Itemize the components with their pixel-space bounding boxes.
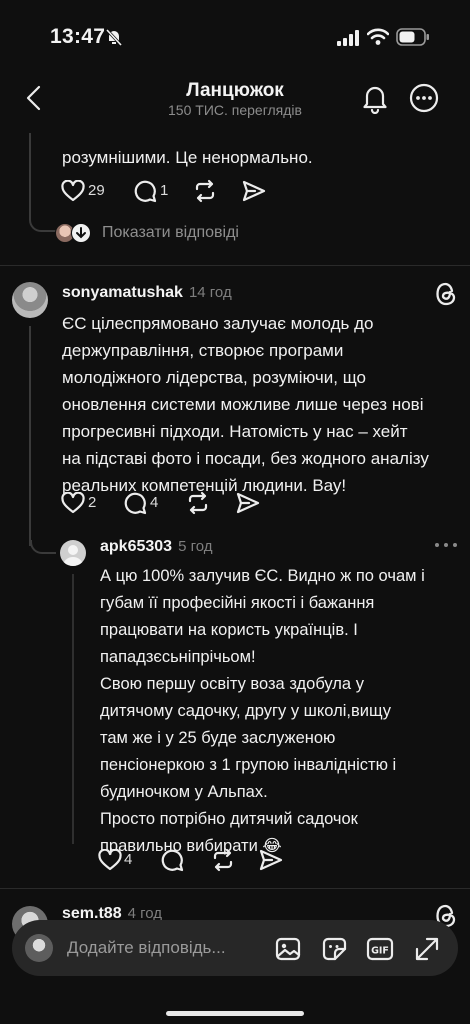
- repost-icon[interactable]: [210, 848, 236, 872]
- threads-logo-icon: [436, 282, 456, 306]
- bell-icon[interactable]: [360, 82, 390, 114]
- like-count: 4: [124, 851, 133, 868]
- like-count: 2: [88, 494, 97, 511]
- heart-icon[interactable]: [98, 849, 122, 871]
- comment-icon[interactable]: [160, 848, 184, 872]
- mute-bell-icon: [105, 28, 123, 47]
- avatar[interactable]: [12, 282, 48, 318]
- thread-curve: [30, 540, 56, 554]
- avatar: [71, 223, 91, 243]
- timestamp: 5 год: [178, 538, 213, 555]
- wifi-icon: [367, 28, 389, 45]
- divider: [0, 888, 470, 889]
- timestamp: 14 год: [188, 284, 232, 301]
- more-icon[interactable]: [408, 82, 440, 114]
- username[interactable]: apk65303: [100, 538, 172, 555]
- reply-text: А цю 100% залучив ЄС. Видно ж по очам і …: [100, 567, 425, 855]
- reply-count: 4: [150, 494, 159, 511]
- repost-icon[interactable]: [192, 179, 218, 203]
- gif-icon[interactable]: GIF: [366, 935, 394, 963]
- thread-line: [29, 326, 31, 546]
- svg-text:GIF: GIF: [371, 946, 389, 957]
- comment-icon[interactable]: [123, 491, 147, 515]
- avatar: [25, 934, 53, 962]
- prev-comment-text: розумнішими. Це ненормально.: [62, 148, 313, 167]
- view-count: 150 ТИС. переглядів: [168, 102, 302, 118]
- divider: [0, 265, 470, 266]
- heart-icon[interactable]: [61, 180, 85, 202]
- down-arrow-icon: [76, 227, 86, 239]
- like-count: 29: [88, 182, 105, 199]
- thread-line: [72, 574, 74, 844]
- username[interactable]: sonyamatushak: [62, 284, 183, 301]
- comment-icon[interactable]: [133, 179, 157, 203]
- battery-icon: [396, 28, 429, 46]
- heart-icon[interactable]: [61, 492, 85, 514]
- repost-icon[interactable]: [185, 491, 211, 515]
- share-icon[interactable]: [236, 492, 260, 514]
- reply-input[interactable]: Додайте відповідь...: [67, 938, 226, 958]
- comment-text: ЄС цілеспрямовано залучає молодь до держ…: [62, 314, 429, 495]
- signal-icon: [337, 30, 359, 46]
- expand-icon[interactable]: [413, 935, 441, 963]
- sticker-icon[interactable]: [320, 935, 348, 963]
- home-indicator: [166, 1011, 304, 1016]
- reply-count: 1: [160, 182, 169, 199]
- share-icon[interactable]: [259, 849, 283, 871]
- default-avatar-icon: [63, 545, 83, 566]
- image-icon[interactable]: [274, 935, 302, 963]
- page-title: Ланцюжок: [186, 80, 284, 101]
- show-replies-link[interactable]: Показати відповіді: [102, 224, 239, 242]
- thread-line: [29, 133, 31, 220]
- avatar[interactable]: [60, 540, 86, 566]
- more-dots-icon[interactable]: [434, 540, 458, 550]
- status-time: 13:47: [50, 25, 106, 48]
- share-icon[interactable]: [242, 180, 266, 202]
